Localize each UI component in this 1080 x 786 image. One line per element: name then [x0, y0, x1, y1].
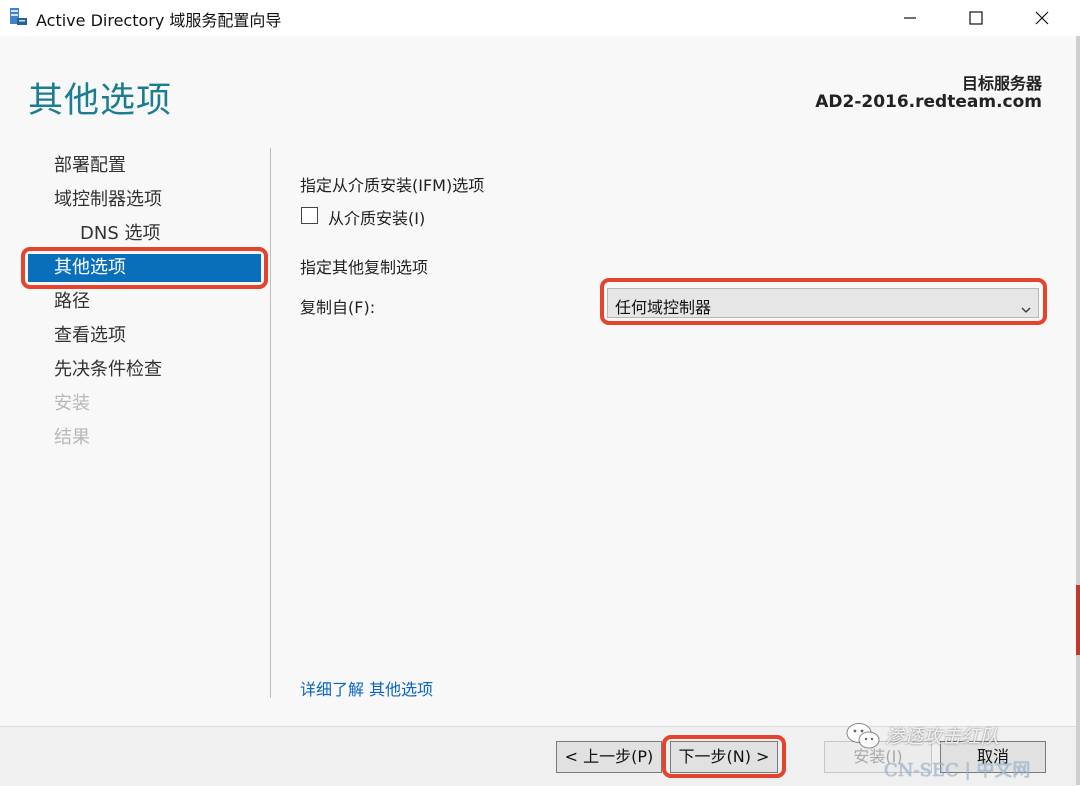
ifm-checkbox[interactable]: [301, 207, 318, 224]
server-icon: [8, 7, 28, 27]
page-title: 其他选项: [28, 81, 173, 121]
nav-item-deployment[interactable]: 部署配置: [54, 152, 126, 180]
target-server-name: AD2-2016.redteam.com: [815, 92, 1042, 112]
close-button[interactable]: [1012, 0, 1072, 36]
nav-item-dns-options[interactable]: DNS 选项: [80, 220, 160, 248]
nav-item-install: 安装: [54, 393, 90, 414]
watermark-site: CN-SEC | 中文网: [884, 760, 1031, 781]
right-edge-accent: [1076, 585, 1080, 655]
minimize-button[interactable]: [880, 0, 940, 36]
minimize-icon: [904, 17, 916, 19]
target-server-label: 目标服务器: [961, 74, 1042, 93]
watermark-account: 渗透攻击红队: [885, 726, 1000, 748]
next-highlight-box: [662, 735, 786, 778]
right-edge-strip: [1076, 36, 1080, 785]
nav-item-prerequisites[interactable]: 先决条件检查: [54, 356, 162, 384]
nav-item-results: 结果: [54, 427, 90, 448]
ifm-section-title: 指定从介质安装(IFM)选项: [300, 176, 485, 195]
dropdown-highlight-box: [600, 278, 1047, 325]
maximize-button[interactable]: [946, 0, 1006, 36]
nav-item-review[interactable]: 查看选项: [54, 322, 126, 350]
nav-item-dc-options[interactable]: 域控制器选项: [54, 186, 162, 214]
close-icon: [1035, 11, 1049, 25]
nav-highlight-box: [21, 247, 268, 289]
learn-more-link[interactable]: 详细了解 其他选项: [300, 676, 433, 700]
replicate-from-label: 复制自(F):: [300, 298, 376, 317]
wechat-icon: [846, 722, 880, 754]
previous-button[interactable]: < 上一步(P): [556, 741, 662, 773]
nav-item-paths[interactable]: 路径: [54, 288, 90, 316]
wizard-client-area: 其他选项 目标服务器 AD2-2016.redteam.com 部署配置 域控制…: [0, 36, 1076, 786]
replication-section-title: 指定其他复制选项: [300, 258, 429, 277]
title-bar: Active Directory 域服务配置向导: [0, 0, 1080, 36]
nav-divider: [270, 148, 271, 698]
window-title: Active Directory 域服务配置向导: [36, 11, 282, 30]
ifm-checkbox-label[interactable]: 从介质安装(I): [328, 205, 425, 229]
maximize-icon: [969, 11, 983, 25]
